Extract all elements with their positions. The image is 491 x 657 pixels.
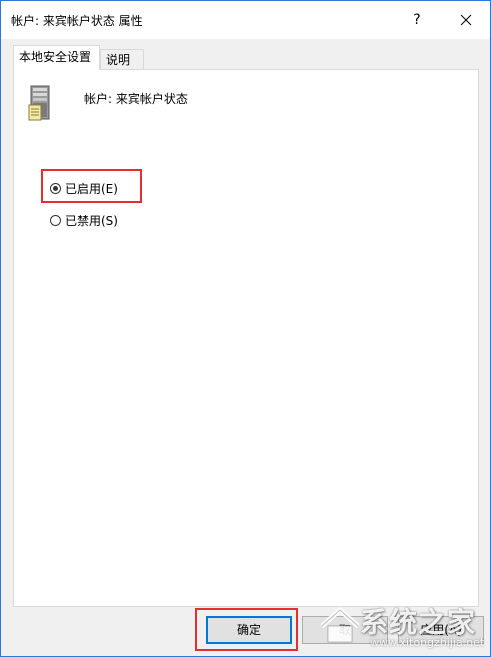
help-button[interactable]: ?: [403, 6, 431, 34]
tab-explain[interactable]: 说明: [100, 49, 144, 71]
settings-panel: 帐户: 来宾帐户状态 已启用(E) 已禁用(S): [13, 69, 479, 607]
title-bar: 帐户: 来宾帐户状态 属性 ?: [1, 1, 490, 39]
close-icon: [460, 14, 472, 26]
radio-disabled-circle[interactable]: [50, 214, 61, 226]
radio-disabled[interactable]: 已禁用(S): [50, 211, 118, 229]
radio-enabled-label: 已启用(E): [65, 181, 118, 196]
radio-enabled-circle[interactable]: [50, 182, 61, 194]
cancel-button[interactable]: 取: [302, 616, 388, 644]
apply-button[interactable]: 应用(A): [398, 616, 484, 644]
close-button[interactable]: [447, 6, 485, 34]
window-title: 帐户: 来宾帐户状态 属性: [11, 14, 143, 28]
tab-local-security-setting[interactable]: 本地安全设置: [13, 45, 100, 70]
ok-button[interactable]: 确定: [206, 616, 292, 644]
policy-name: 帐户: 来宾帐户状态: [84, 92, 188, 106]
properties-dialog: 帐户: 来宾帐户状态 属性 ? 本地安全设置 说明 帐户: 来宾帐户状态 已启用…: [0, 0, 491, 657]
server-icon: [28, 85, 50, 121]
radio-disabled-label: 已禁用(S): [65, 213, 118, 228]
radio-enabled[interactable]: 已启用(E): [50, 179, 118, 197]
